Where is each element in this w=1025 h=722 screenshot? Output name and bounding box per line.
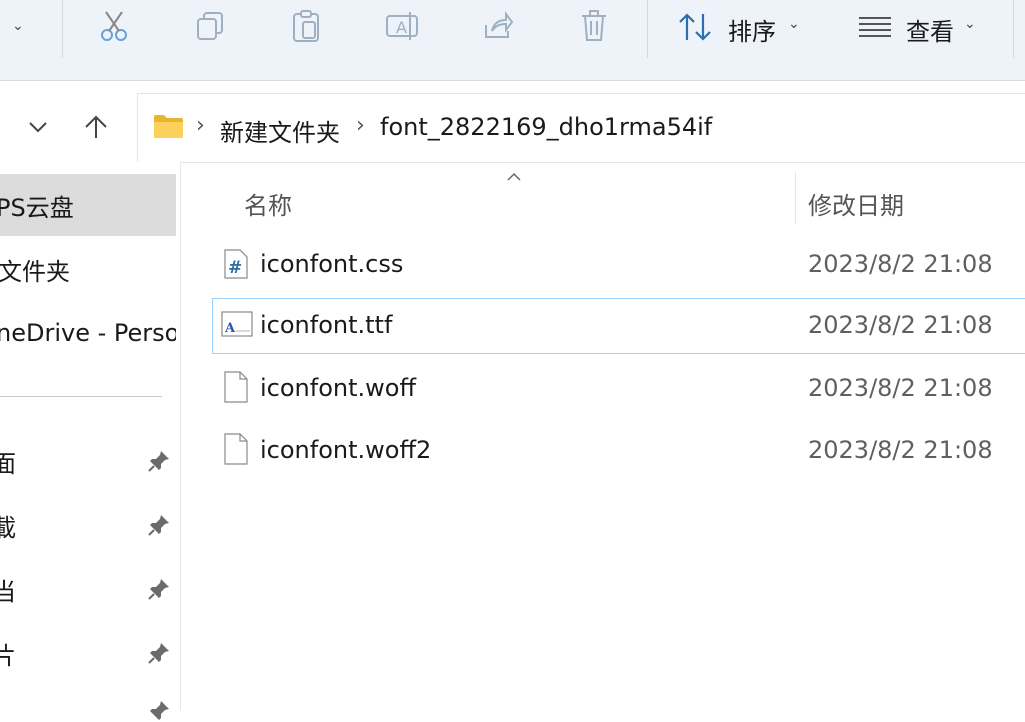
sidebar-item-label: 片 — [0, 641, 16, 670]
command-toolbar: ⌄ A 排序 ⌄ 查看 ⌄ — [0, 0, 1025, 81]
scissors-icon[interactable] — [92, 4, 136, 48]
svg-text:A: A — [224, 321, 236, 336]
sidebar-item-cloud-drive[interactable]: PS云盘 — [0, 174, 176, 236]
toolbar-separator — [62, 0, 63, 58]
share-icon[interactable] — [476, 4, 520, 48]
file-name: iconfont.woff2 — [260, 436, 432, 464]
file-row[interactable]: iconfont.woff2 2023/8/2 21:08 — [212, 424, 1025, 478]
css-file-icon: # — [224, 249, 248, 279]
file-name: iconfont.woff — [260, 374, 416, 402]
sidebar-item-folder[interactable]: 文件夹 — [0, 238, 176, 300]
paste-icon[interactable] — [284, 4, 328, 48]
sort-button[interactable]: 排序 ⌄ — [676, 10, 806, 46]
delete-icon[interactable] — [572, 4, 616, 48]
sidebar-item-label: 載 — [0, 513, 16, 542]
sort-arrows-icon — [679, 13, 711, 41]
blank-file-icon — [224, 433, 248, 465]
sidebar-item-label: 当 — [0, 577, 16, 606]
file-name: iconfont.css — [260, 250, 404, 278]
view-button[interactable]: 查看 ⌄ — [856, 10, 986, 46]
sort-chevron-icon: ⌄ — [788, 16, 800, 32]
sidebar-divider — [0, 396, 162, 397]
pin-icon[interactable] — [148, 450, 170, 472]
view-chevron-icon: ⌄ — [964, 16, 976, 32]
copy-icon[interactable] — [188, 4, 232, 48]
sidebar-item-label: neDrive - Persor — [0, 319, 176, 347]
pin-icon[interactable] — [148, 642, 170, 664]
view-label: 查看 — [906, 18, 954, 46]
svg-text:#: # — [228, 258, 242, 278]
file-row[interactable]: # iconfont.css 2023/8/2 21:08 — [212, 238, 1025, 292]
new-dropdown-chevron-icon[interactable]: ⌄ — [12, 18, 24, 34]
sidebar-item-label: 面 — [0, 449, 16, 478]
file-date: 2023/8/2 21:08 — [808, 436, 993, 464]
history-dropdown-chevron-icon[interactable] — [18, 107, 58, 147]
sidebar-item-onedrive[interactable]: neDrive - Persor — [0, 302, 176, 364]
column-divider[interactable] — [795, 172, 796, 224]
file-name: iconfont.ttf — [260, 311, 393, 339]
pin-icon[interactable] — [148, 578, 170, 600]
file-date: 2023/8/2 21:08 — [808, 250, 993, 278]
sort-ascending-icon — [507, 172, 521, 181]
breadcrumb-folder[interactable]: 新建文件夹 — [220, 113, 340, 148]
sidebar-item-label: PS云盘 — [0, 193, 74, 222]
view-lines-icon — [859, 17, 891, 37]
sidebar-item-label: 文件夹 — [0, 257, 70, 286]
file-row-selected[interactable]: A iconfont.ttf 2023/8/2 21:08 — [212, 298, 1025, 354]
rename-icon[interactable]: A — [380, 4, 424, 48]
breadcrumb-separator-icon: › — [196, 113, 205, 138]
column-header-date[interactable]: 修改日期 — [808, 186, 904, 221]
folder-icon — [154, 115, 183, 138]
svg-text:A: A — [396, 18, 407, 37]
column-header-name[interactable]: 名称 — [244, 186, 292, 221]
breadcrumb-separator-icon: › — [356, 113, 365, 138]
sort-label: 排序 — [728, 18, 776, 46]
file-date: 2023/8/2 21:08 — [808, 374, 993, 402]
up-arrow-icon[interactable] — [76, 107, 116, 147]
breadcrumb-current[interactable]: font_2822169_dho1rma54if — [380, 113, 712, 141]
blank-file-icon — [224, 371, 248, 403]
font-file-icon: A — [221, 311, 253, 337]
toolbar-separator — [1013, 0, 1014, 58]
file-date: 2023/8/2 21:08 — [808, 311, 993, 339]
file-row[interactable]: iconfont.woff 2023/8/2 21:08 — [212, 362, 1025, 416]
toolbar-separator — [647, 0, 648, 58]
pin-icon[interactable] — [148, 700, 170, 722]
pin-icon[interactable] — [148, 514, 170, 536]
